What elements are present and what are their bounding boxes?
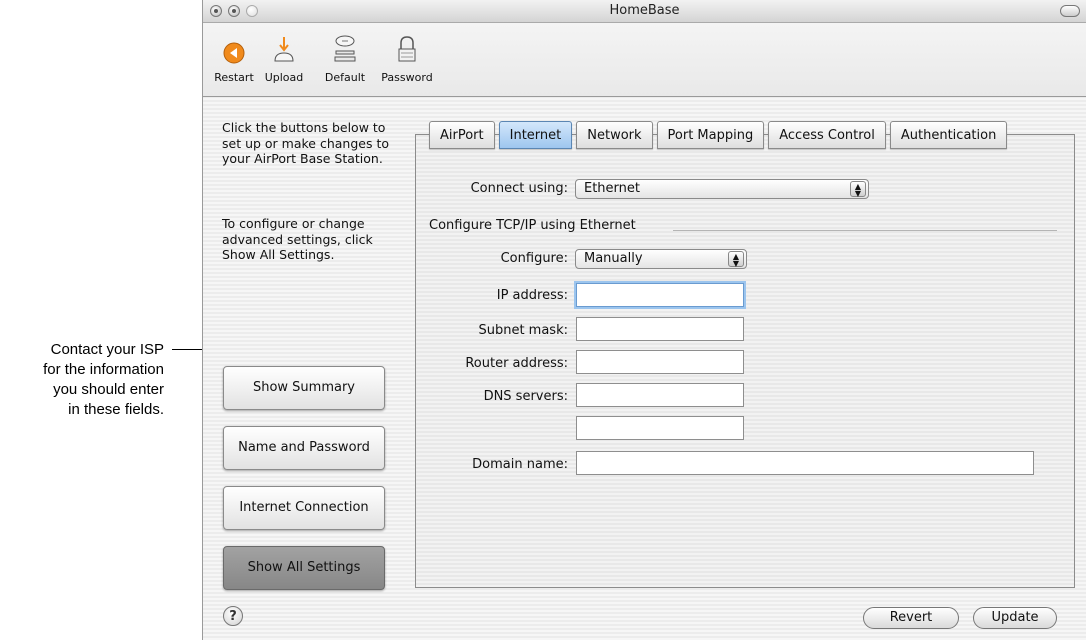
router-address-label: Router address: [465,356,568,371]
tab-internet[interactable]: Internet [498,121,573,149]
callout-line: Contact your ISP [50,341,164,358]
domain-name-label: Domain name: [472,457,568,472]
connect-using-value: Ethernet [584,181,640,196]
callout-text: Contact your ISP for the information you… [0,340,164,420]
tab-bar: AirPort Internet Network Port Mapping Ac… [429,121,1011,150]
help-icon: ? [229,609,237,624]
configure-label: Configure: [500,251,568,266]
callout-line: for the information [43,361,164,378]
group-divider [673,230,1057,231]
sidebar-instructions: Click the buttons below to set up or mak… [222,120,389,166]
internet-connection-button[interactable]: Internet Connection [223,486,385,530]
ip-address-field[interactable] [576,283,744,307]
restart-icon [223,42,245,64]
sidebar-advanced-hint: To configure or change advanced settings… [222,216,373,262]
tab-airport[interactable]: AirPort [429,121,495,149]
upload-icon [274,37,294,62]
title-bar[interactable]: HomeBase [203,0,1086,23]
default-label: Default [324,71,366,84]
upload-label: Upload [264,71,304,84]
show-summary-button[interactable]: Show Summary [223,366,385,410]
connect-using-popup[interactable]: Ethernet ▲ ▼ [575,179,869,199]
tab-access-control[interactable]: Access Control [768,121,886,149]
show-all-settings-button[interactable]: Show All Settings [223,546,385,590]
popup-arrows-icon: ▲ ▼ [850,181,866,198]
restart-label: Restart [214,71,254,84]
toolbar-toggle-button[interactable] [1060,5,1080,17]
dns-server-primary-field[interactable] [576,383,744,407]
password-icon [398,36,416,62]
upload-button[interactable]: Upload [261,27,307,84]
configure-popup[interactable]: Manually ▲ ▼ [575,249,747,269]
default-button[interactable]: Default [321,27,369,84]
subnet-mask-label: Subnet mask: [478,323,568,338]
default-icon [334,35,356,62]
tab-network[interactable]: Network [576,121,653,149]
update-button[interactable]: Update [973,607,1057,629]
toolbar: Restart Upload Default Password [203,23,1086,97]
help-button[interactable]: ? [223,606,243,626]
revert-button[interactable]: Revert [863,607,959,629]
tab-authentication[interactable]: Authentication [889,121,1008,149]
popup-arrows-icon: ▲ ▼ [728,251,744,268]
domain-name-field[interactable] [576,451,1034,475]
window-title: HomeBase [609,3,680,18]
tab-port-mapping[interactable]: Port Mapping [656,121,765,149]
dns-server-secondary-field[interactable] [576,416,744,440]
password-label: Password [381,71,433,84]
name-and-password-button[interactable]: Name and Password [223,426,385,470]
password-button[interactable]: Password [379,27,435,84]
ip-address-label: IP address: [496,288,568,303]
callout-line: you should enter [53,381,164,398]
connect-using-label: Connect using: [470,181,568,196]
tcpip-group-label: Configure TCP/IP using Ethernet [429,218,636,233]
configure-value: Manually [584,251,643,266]
dns-servers-label: DNS servers: [483,389,568,404]
subnet-mask-field[interactable] [576,317,744,341]
homebase-window: HomeBase Restart Upload Default Password… [202,0,1086,640]
router-address-field[interactable] [576,350,744,374]
restart-button[interactable]: Restart [211,27,257,84]
callout-line: in these fields. [68,401,164,418]
